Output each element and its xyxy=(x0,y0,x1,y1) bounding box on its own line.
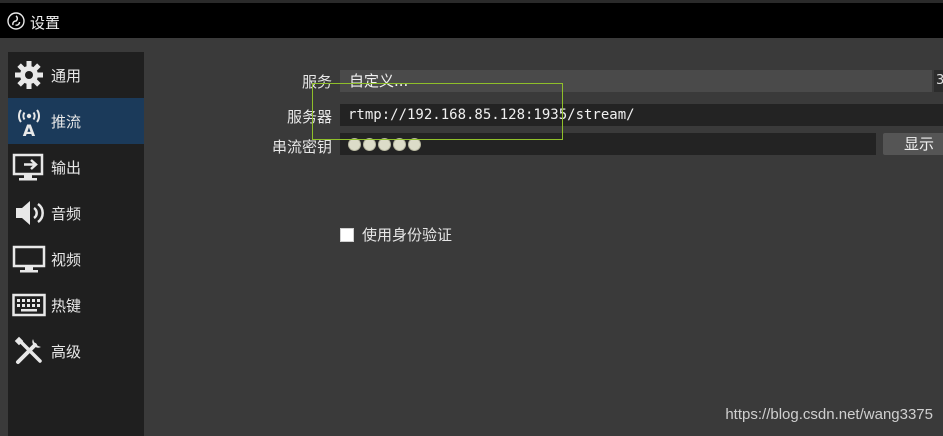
sidebar-item-audio[interactable]: 音频 xyxy=(8,190,144,236)
server-input[interactable]: rtmp://192.168.85.128:1935/stream/ xyxy=(340,104,943,126)
monitor-icon xyxy=(11,241,47,277)
sidebar-item-label: 通用 xyxy=(51,66,82,85)
password-dot xyxy=(378,137,391,151)
speaker-icon xyxy=(11,195,47,231)
password-dot xyxy=(408,137,421,151)
use-auth-label: 使用身份验证 xyxy=(362,226,453,244)
sidebar-item-label: 音频 xyxy=(51,204,82,223)
password-dot xyxy=(348,137,361,151)
obs-logo-icon xyxy=(7,12,25,30)
service-dropdown-edge[interactable]: 3 xyxy=(934,70,943,92)
settings-window: 设置 通用 A 推流 输出 音频 视频 热键 高级 服务 自定义... 3 服务… xyxy=(0,0,943,436)
sidebar-item-label: 输出 xyxy=(51,158,82,177)
stream-key-input[interactable] xyxy=(340,133,876,155)
stream-key-label: 串流密钥 xyxy=(272,138,333,156)
gear-icon xyxy=(11,57,47,93)
output-monitor-icon xyxy=(11,149,47,185)
sidebar-item-output[interactable]: 输出 xyxy=(8,144,144,190)
sidebar-item-label: 热键 xyxy=(51,296,82,315)
sidebar-item-hotkeys[interactable]: 热键 xyxy=(8,282,144,328)
watermark: https://blog.csdn.net/wang3375 xyxy=(725,406,933,423)
title-bar: 设置 xyxy=(0,0,943,38)
tools-icon xyxy=(11,333,47,369)
keyboard-icon xyxy=(11,287,47,323)
use-auth-checkbox[interactable] xyxy=(340,227,354,242)
server-label: 服务器 xyxy=(287,108,333,126)
sidebar: 通用 A 推流 输出 音频 视频 热键 高级 xyxy=(0,38,145,436)
sidebar-item-label: 视频 xyxy=(51,250,82,269)
sidebar-item-label: 推流 xyxy=(51,112,82,131)
sidebar-item-label: 高级 xyxy=(51,342,82,361)
show-key-button[interactable]: 显示 xyxy=(883,133,943,155)
sidebar-item-advanced[interactable]: 高级 xyxy=(8,328,144,374)
password-dot xyxy=(393,137,406,151)
window-title: 设置 xyxy=(30,14,61,32)
svg-text:A: A xyxy=(23,121,36,138)
masked-key-dots xyxy=(348,133,876,155)
use-auth-row[interactable]: 使用身份验证 xyxy=(340,224,452,245)
sidebar-list: 通用 A 推流 输出 音频 视频 热键 高级 xyxy=(8,52,144,436)
sidebar-item-video[interactable]: 视频 xyxy=(8,236,144,282)
sidebar-item-general[interactable]: 通用 xyxy=(8,52,144,98)
service-select[interactable]: 自定义... xyxy=(340,70,932,92)
password-dot xyxy=(363,137,376,151)
broadcast-antenna-icon: A xyxy=(11,103,47,139)
sidebar-item-stream[interactable]: A 推流 xyxy=(8,98,144,144)
service-label: 服务 xyxy=(302,73,333,91)
